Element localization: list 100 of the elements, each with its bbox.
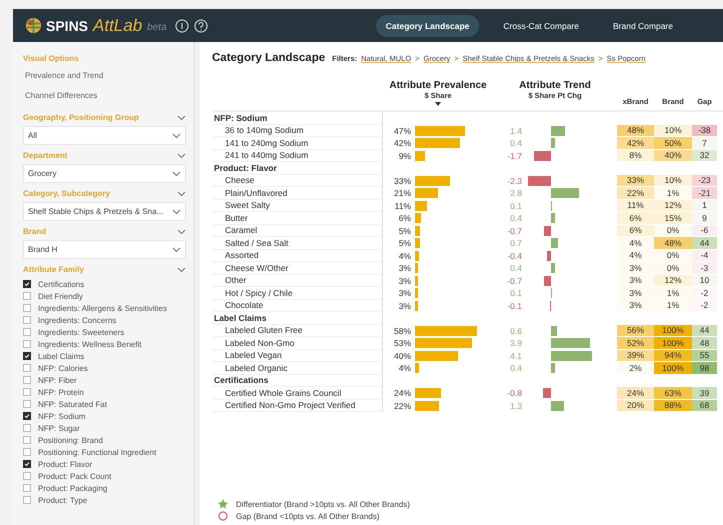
- brand-cell: 12%: [654, 274, 692, 286]
- share-value: 40%: [394, 350, 411, 361]
- attribute-label: Other: [225, 275, 246, 286]
- info-icon[interactable]: [174, 18, 189, 32]
- trend-value: 2.8: [510, 188, 522, 198]
- checkbox-label: Ingredients: Sweeteners: [38, 328, 124, 336]
- gap-cell: 1: [692, 200, 717, 211]
- gap-cell: 10: [692, 274, 717, 286]
- checkbox-label: NFP: Calories: [38, 364, 88, 372]
- trend-value: -0.1: [507, 300, 522, 311]
- checkbox[interactable]: [23, 400, 31, 408]
- share-bar: [415, 288, 418, 298]
- brand-cell: 12%: [654, 200, 692, 211]
- brand-cell: 94%: [654, 350, 692, 361]
- trend-value: -1.7: [507, 150, 522, 161]
- share-bar: [415, 326, 478, 336]
- gap-cell: 32: [692, 150, 717, 161]
- filter-heading: Category, Subcategory: [23, 189, 110, 198]
- visual-option[interactable]: Prevalence and Trend: [25, 71, 104, 80]
- checkbox[interactable]: [23, 496, 31, 504]
- checkbox[interactable]: [23, 484, 31, 492]
- gap-cell: 48: [692, 337, 717, 348]
- filter-dropdown[interactable]: Brand H: [23, 240, 186, 259]
- brand-cell: 100%: [654, 362, 692, 374]
- trend-value: 0.4: [510, 138, 522, 148]
- xbrand-cell: 22%: [617, 187, 654, 198]
- gap-cell: 44: [692, 237, 717, 248]
- filter-dropdown[interactable]: Shelf Stable Chips & Pretzels & Sna...: [23, 202, 186, 221]
- checkbox-label: Certifications: [38, 280, 84, 288]
- nav-tab[interactable]: Category Landscape: [376, 14, 480, 36]
- checkbox[interactable]: [23, 280, 31, 288]
- sort-icon[interactable]: [435, 102, 441, 106]
- xbrand-cell: 4%: [617, 237, 654, 248]
- help-icon[interactable]: [194, 18, 208, 32]
- share-value: 21%: [394, 188, 411, 198]
- attribute-label: 241 to 440mg Sodium: [225, 150, 308, 160]
- attribute-label: Certified Non-Gmo Project Verified: [225, 400, 356, 410]
- xbrand-cell: 52%: [617, 337, 654, 348]
- checkbox-label: Diet Friendly: [38, 292, 83, 300]
- checkbox[interactable]: [23, 304, 31, 312]
- share-value: 3%: [398, 288, 411, 298]
- filter-dropdown[interactable]: All: [23, 126, 186, 145]
- checkbox[interactable]: [23, 352, 31, 360]
- brand-cell: 1%: [654, 287, 692, 298]
- brand-cell: 10%: [654, 124, 692, 136]
- gap-cell: -2: [692, 287, 717, 298]
- checkbox[interactable]: [23, 328, 31, 336]
- trend-value: 0.4: [510, 363, 522, 374]
- group-heading: Product: Flavor: [214, 162, 277, 173]
- chevron-down-icon: [177, 228, 186, 234]
- attribute-label: 141 to 240mg Sodium: [225, 138, 308, 148]
- trend-value: -0.8: [507, 388, 522, 398]
- attribute-label: Cheese W/Other: [225, 262, 288, 273]
- xbrand-cell: 48%: [617, 124, 654, 136]
- brand-cell: 15%: [654, 212, 692, 224]
- share-bar: [415, 150, 425, 161]
- xbrand-cell: 3%: [617, 287, 654, 298]
- share-value: 3%: [398, 276, 411, 286]
- nav-tab[interactable]: Brand Compare: [602, 14, 683, 36]
- share-bar: [415, 263, 418, 274]
- xbrand-cell: 4%: [617, 250, 654, 261]
- visual-option[interactable]: Channel Differences: [25, 91, 98, 100]
- share-bar: [415, 363, 420, 374]
- xbrand-cell: 3%: [617, 274, 654, 286]
- share-bar: [415, 126, 466, 136]
- gap-cell: -3: [692, 262, 717, 274]
- share-bar: [415, 250, 420, 261]
- chevron-down-icon: [177, 190, 186, 196]
- legend-label: Differentiator (Brand >10pts vs. All Other Brands): [236, 500, 410, 508]
- checkbox[interactable]: [23, 340, 31, 348]
- checkbox[interactable]: [23, 424, 31, 432]
- checkbox[interactable]: [23, 316, 31, 324]
- gap-cell: 44: [692, 324, 717, 336]
- attribute-label: Assorted: [225, 250, 259, 260]
- column-title: Attribute Trend: [519, 80, 591, 91]
- gap-cell: -4: [692, 250, 717, 261]
- trend-value: 4.1: [510, 350, 522, 361]
- checkbox[interactable]: [23, 388, 31, 396]
- checkbox[interactable]: [23, 412, 31, 420]
- share-bar: [415, 176, 450, 186]
- brand-cell: 1%: [654, 300, 692, 311]
- checkbox[interactable]: [23, 448, 31, 456]
- checkbox[interactable]: [23, 436, 31, 444]
- gap-cell: 98: [692, 362, 717, 374]
- checkbox[interactable]: [23, 472, 31, 480]
- chevron-down-icon: [177, 266, 186, 272]
- checkbox[interactable]: [23, 292, 31, 300]
- checkbox[interactable]: [23, 376, 31, 384]
- trend-value: 1.4: [510, 126, 522, 136]
- filter-dropdown[interactable]: Grocery: [23, 164, 186, 183]
- checkbox[interactable]: [23, 364, 31, 372]
- column-title: Attribute Prevalence: [389, 80, 487, 91]
- checkbox[interactable]: [23, 460, 31, 468]
- xbrand-cell: 8%: [617, 150, 654, 161]
- page-title: Category Landscape: [212, 52, 326, 64]
- brand-cell: 50%: [654, 137, 692, 148]
- share-value: 4%: [398, 363, 411, 374]
- nav-tab[interactable]: Cross-Cat Compare: [493, 14, 589, 36]
- xbrand-cell: 24%: [617, 387, 654, 398]
- brand-name: SPINS: [46, 18, 88, 34]
